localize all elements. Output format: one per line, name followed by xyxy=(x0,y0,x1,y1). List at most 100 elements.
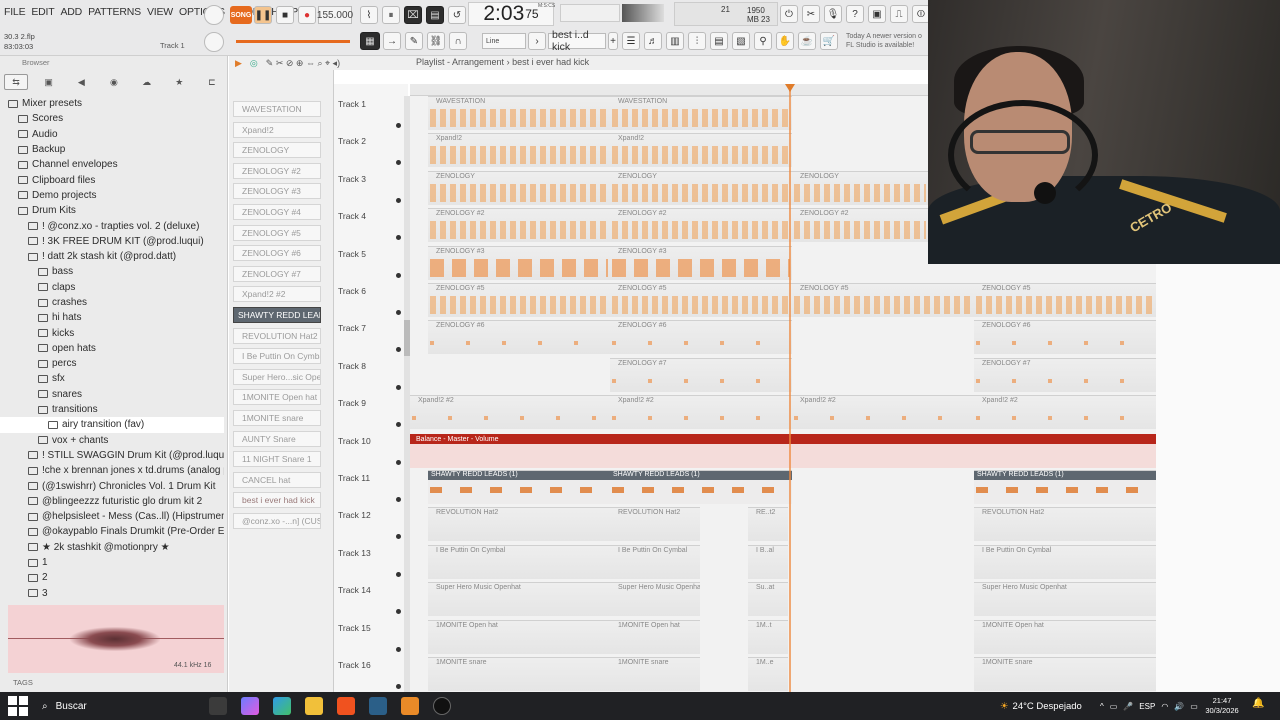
pattern-clip[interactable]: ZENOLOGY #7 xyxy=(610,357,792,392)
mute-dot-icon[interactable] xyxy=(396,272,401,278)
wifi-icon[interactable]: ◠ xyxy=(1161,702,1168,711)
cut-icon[interactable]: ✂ xyxy=(802,5,820,23)
battery-icon[interactable]: ▭ xyxy=(1190,702,1198,711)
pattern-picker-item[interactable]: Super Hero...sic Openhat xyxy=(233,368,321,385)
pattern-clip[interactable]: SHAWTY REDD LEADS (1) xyxy=(610,470,792,504)
mute-dot-icon[interactable] xyxy=(396,609,401,615)
help-icon[interactable]: ? xyxy=(846,5,864,23)
pattern-clip[interactable]: 1MONITE Open hat xyxy=(610,619,700,654)
browser-item[interactable]: 3 xyxy=(0,586,224,601)
cart-icon[interactable]: 🛒 xyxy=(820,32,838,50)
browser-cloud-icon[interactable]: ☁ xyxy=(135,74,159,90)
steam-icon[interactable] xyxy=(369,697,387,715)
track-header[interactable]: Track 9 xyxy=(338,398,408,435)
track-header[interactable]: Track 10 xyxy=(338,436,408,473)
language-indicator[interactable]: ESP xyxy=(1139,702,1155,711)
pattern-picker-item[interactable]: Xpand!2 #2 xyxy=(233,286,321,303)
update-hint[interactable]: Today A newer version o FL Studio is ava… xyxy=(846,32,928,52)
pattern-clip[interactable]: I B..al xyxy=(748,544,788,579)
browser-item[interactable]: ★ 2k stashkit @motionpry ★ xyxy=(0,540,224,555)
track-header[interactable]: Track 12 xyxy=(338,510,408,547)
browser-item[interactable]: @blingeezzz futuristic glo drum kit 2 xyxy=(0,494,224,509)
pattern-picker-item[interactable]: ZENOLOGY #2 xyxy=(233,162,321,179)
pattern-clip[interactable]: ZENOLOGY #6 xyxy=(974,320,1156,355)
taskbar-search[interactable]: ⌕ Buscar xyxy=(42,701,202,712)
snap-select[interactable]: Line xyxy=(482,33,526,49)
track-header[interactable]: Track 13 xyxy=(338,548,408,585)
pattern-clip[interactable]: Xpand!2 #2 xyxy=(974,395,1156,430)
pattern-clip[interactable]: SHAWTY REDD LEADS (1) xyxy=(974,470,1156,504)
pattern-clip[interactable]: REVOLUTION Hat2 xyxy=(974,507,1156,542)
menu-item[interactable]: EDIT xyxy=(31,6,54,18)
pattern-picker-item[interactable]: ZENOLOGY #3 xyxy=(233,183,321,200)
time-format-label[interactable]: M:S:CS xyxy=(538,3,555,9)
piano-roll-icon[interactable]: ♬ xyxy=(644,32,662,50)
mute-dot-icon[interactable] xyxy=(396,235,401,241)
start-icon[interactable] xyxy=(8,696,28,716)
browser-item[interactable]: ! 3K FREE DRUM KIT (@prod.luqui) xyxy=(0,234,224,249)
browser-item[interactable]: Audio xyxy=(0,127,224,142)
task-view-icon[interactable] xyxy=(209,697,227,715)
mute-dot-icon[interactable] xyxy=(396,534,401,540)
browser-item[interactable]: ! STILL SWAGGIN Drum Kit (@prod.luqui) xyxy=(0,448,224,463)
track-header[interactable]: Track 5 xyxy=(338,249,408,286)
pattern-clip[interactable]: 1MONITE snare xyxy=(610,657,700,691)
link-icon[interactable]: ⛓ xyxy=(427,32,445,50)
browser-view-icon[interactable]: ▤ xyxy=(710,32,728,50)
mute-dot-icon[interactable] xyxy=(396,123,401,128)
browser-item[interactable]: !che x brennan jones x td.drums (analog … xyxy=(0,463,224,478)
pattern-clip[interactable]: ZENOLOGY #5 xyxy=(792,283,974,317)
pattern-picker-item[interactable]: Xpand!2 xyxy=(233,121,321,138)
step-edit-icon[interactable]: ▤ xyxy=(426,6,444,24)
track-header[interactable]: Track 4 xyxy=(338,211,408,248)
file-explorer-icon[interactable] xyxy=(305,697,323,715)
browser-star-icon[interactable]: ★ xyxy=(167,74,191,90)
pattern-clip[interactable]: REVOLUTION Hat2 xyxy=(428,507,610,542)
browser-header[interactable]: Browser xyxy=(0,56,228,70)
pattern-clip[interactable]: 1MONITE Open hat xyxy=(974,619,1156,654)
track-header[interactable]: Track 14 xyxy=(338,585,408,622)
pencil-icon[interactable]: ✎ xyxy=(405,32,423,50)
pattern-picker-item[interactable]: 1MONITE snare xyxy=(233,410,321,426)
pattern-clip[interactable]: ZENOLOGY #3 xyxy=(610,245,792,280)
pattern-clip[interactable]: 1M..e xyxy=(748,657,788,691)
online-icon[interactable]: ⏻ xyxy=(780,5,798,23)
browser-item[interactable]: kicks xyxy=(0,325,224,340)
browser-item[interactable]: Backup xyxy=(0,142,224,157)
browser-item[interactable]: crashes xyxy=(0,295,224,310)
browser-item[interactable]: Mixer presets xyxy=(0,96,224,111)
playhead[interactable] xyxy=(789,88,791,692)
mixer-view-icon[interactable]: ⫶ xyxy=(688,32,706,50)
mute-dot-icon[interactable] xyxy=(396,646,401,652)
pattern-picker-item[interactable]: best i ever had kick xyxy=(233,492,321,509)
pattern-picker-item[interactable]: ZENOLOGY #6 xyxy=(233,245,321,262)
pattern-clip[interactable]: RE..t2 xyxy=(748,507,788,542)
plugin-database-icon[interactable]: ▧ xyxy=(732,32,750,50)
mute-dot-icon[interactable] xyxy=(396,347,401,353)
taskbar-clock[interactable]: 21:47 30/3/2026 xyxy=(1202,696,1242,716)
browser-item[interactable]: 2 xyxy=(0,570,224,585)
browser-item[interactable]: ! @conz.xo - trapties vol. 2 (deluxe) xyxy=(0,218,224,233)
pattern-picker-item[interactable]: ZENOLOGY #4 xyxy=(233,204,321,220)
chevron-up-icon[interactable]: ^ xyxy=(1100,702,1104,711)
browser-item[interactable]: snares xyxy=(0,387,224,402)
pattern-picker-item[interactable]: I Be Puttin On Cymbal xyxy=(233,348,321,365)
mute-dot-icon[interactable] xyxy=(396,310,401,315)
browser-item[interactable]: claps xyxy=(0,280,224,295)
mute-dot-icon[interactable] xyxy=(396,684,401,689)
mute-dot-icon[interactable] xyxy=(396,160,401,166)
pattern-clip[interactable]: ZENOLOGY xyxy=(792,170,928,205)
chevron-right-icon[interactable]: › xyxy=(528,32,546,50)
pattern-picker-item[interactable]: @conz.xo -...n] (CUSTOM) xyxy=(233,513,321,529)
tempo-display[interactable]: 155.000 xyxy=(317,6,353,24)
browser-item[interactable]: @okaypablo Finals Drumkit (Pre-Order Edi… xyxy=(0,524,224,539)
browser-item[interactable]: sfx xyxy=(0,371,224,386)
song-mode-button[interactable]: SONG xyxy=(230,6,252,24)
browser-item[interactable]: transitions xyxy=(0,402,224,417)
track-header[interactable]: Track 3 xyxy=(338,174,408,211)
pattern-clip[interactable]: ZENOLOGY #2 xyxy=(610,208,792,243)
pattern-clip[interactable]: WAVESTATION xyxy=(428,96,610,130)
edge-icon[interactable] xyxy=(273,697,291,715)
mute-dot-icon[interactable] xyxy=(396,422,401,428)
master-volume-slider[interactable] xyxy=(236,40,350,43)
